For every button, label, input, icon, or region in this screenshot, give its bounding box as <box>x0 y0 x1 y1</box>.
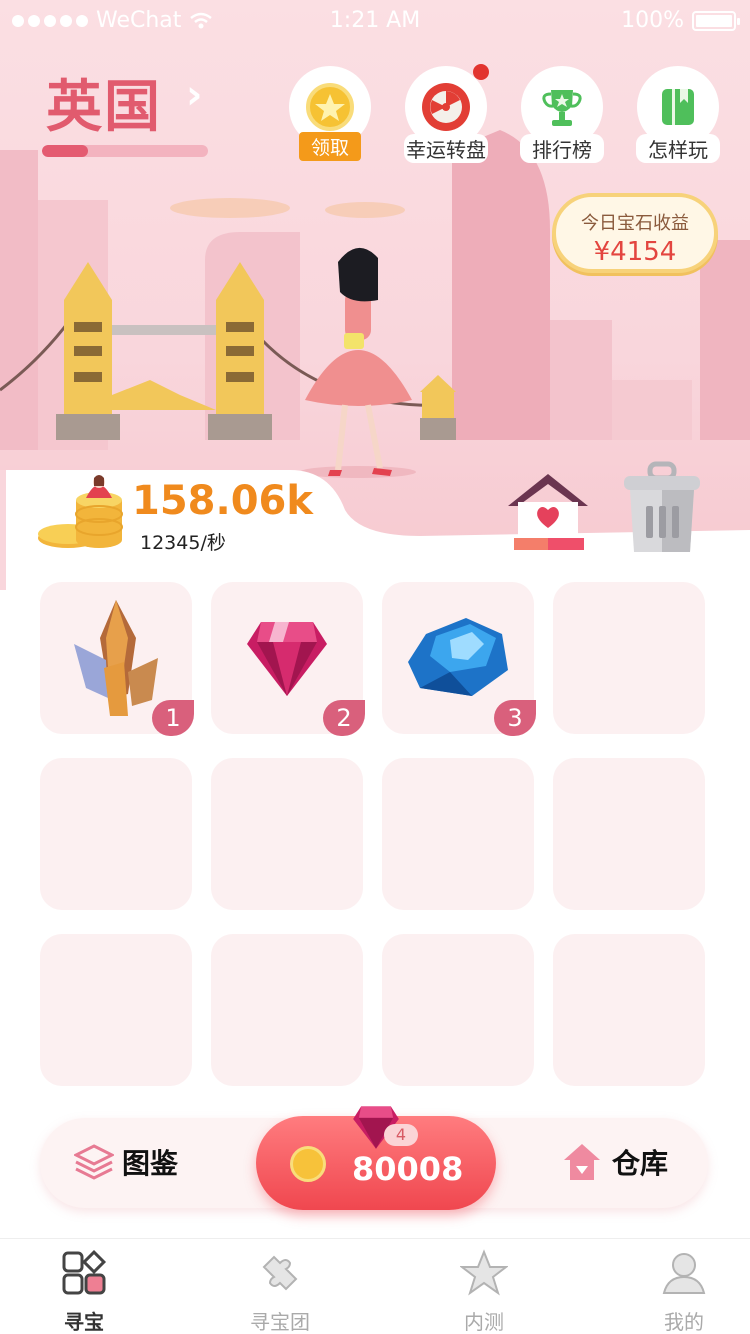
tab-treasure[interactable]: 寻宝 <box>24 1249 144 1334</box>
lucky-wheel-label: 幸运转盘 <box>404 134 488 163</box>
layers-icon <box>74 1144 114 1180</box>
puzzle-icon <box>262 1255 298 1291</box>
grid-cell[interactable] <box>553 758 705 910</box>
grid-cell[interactable] <box>382 934 534 1086</box>
level-badge: 1 <box>152 700 194 736</box>
trophy-icon <box>542 90 582 126</box>
pink-diamond-icon <box>247 622 327 696</box>
how-to-play-button[interactable]: 怎样玩 <box>636 66 720 163</box>
lucky-wheel-button[interactable]: 幸运转盘 <box>404 64 489 163</box>
grid-cell[interactable]: 1 <box>40 582 194 736</box>
level-badge: 2 <box>323 700 365 736</box>
coin-rate: 12345/秒 <box>140 532 226 554</box>
level-badge: 3 <box>494 700 536 736</box>
notification-dot <box>473 64 489 80</box>
ranking-button[interactable]: 排行榜 <box>520 66 604 163</box>
bottom-tab-bar: 寻宝 寻宝团 内测 我的 <box>0 1238 750 1334</box>
level-progress-bar <box>42 145 208 157</box>
home-heart-icon[interactable] <box>506 470 590 554</box>
coin-stack-icon <box>38 475 123 548</box>
grid-cell[interactable] <box>40 934 192 1086</box>
country-title[interactable]: 英国 <box>46 62 162 143</box>
daily-income-title: 今日宝石收益 <box>581 213 689 234</box>
gem-catalog-button[interactable]: 图鉴 <box>74 1142 178 1182</box>
buy-price: 80008 <box>352 1150 464 1188</box>
buy-level-badge: 4 <box>384 1124 418 1146</box>
grid-shapes-icon <box>62 1249 107 1295</box>
grid-cell[interactable] <box>40 758 192 910</box>
grid-cell[interactable] <box>211 758 363 910</box>
coin-total: 158.06k <box>132 478 313 524</box>
gem-catalog-label: 图鉴 <box>122 1147 179 1180</box>
trash-icon[interactable] <box>620 460 704 556</box>
tab-beta-label: 内测 <box>464 1310 504 1334</box>
grid-cell[interactable] <box>553 934 705 1086</box>
ranking-label: 排行榜 <box>520 134 604 163</box>
grid-cell[interactable]: 3 <box>382 582 536 736</box>
tab-treasure-team-label: 寻宝团 <box>250 1310 310 1334</box>
buy-gem-button[interactable]: 4 80008 <box>256 1106 496 1210</box>
tab-treasure-label: 寻宝 <box>64 1310 104 1334</box>
blue-sapphire-icon <box>408 618 508 696</box>
grid-cell[interactable] <box>211 934 363 1086</box>
lucky-wheel-icon <box>422 83 470 131</box>
star-coin-icon <box>306 83 354 131</box>
daily-income-value: ¥4154 <box>593 237 677 267</box>
book-icon <box>662 89 694 125</box>
gem-grid: 1 2 3 <box>40 582 708 1086</box>
warehouse-label: 仓库 <box>611 1147 668 1180</box>
tab-beta[interactable]: 内测 <box>424 1249 544 1334</box>
star-icon <box>459 1249 509 1296</box>
grid-cell[interactable] <box>382 758 534 910</box>
level-progress-fill <box>42 145 89 157</box>
warehouse-icon <box>563 1144 600 1180</box>
tab-treasure-team[interactable]: 寻宝团 <box>220 1249 340 1334</box>
chevron-right-icon[interactable]: › <box>186 72 202 118</box>
grid-cell[interactable] <box>553 582 705 734</box>
hero-scene: WeChat 1:21 AM 100% 英国 › 领取 幸运转盘 排行榜 怎样玩… <box>0 0 750 590</box>
claim-button[interactable]: 领取 <box>288 66 372 161</box>
battery-icon <box>692 10 740 31</box>
status-bar: WeChat 1:21 AM 100% <box>0 0 750 40</box>
grid-cell[interactable]: 2 <box>211 582 365 736</box>
daily-income-badge[interactable]: 今日宝石收益 ¥4154 <box>552 193 718 273</box>
how-to-play-label: 怎样玩 <box>636 134 720 163</box>
tab-profile[interactable]: 我的 <box>624 1249 744 1334</box>
claim-label: 领取 <box>298 132 361 161</box>
tab-profile-label: 我的 <box>664 1310 704 1334</box>
coin-icon <box>290 1146 326 1182</box>
warehouse-button[interactable]: 仓库 <box>562 1142 668 1182</box>
user-icon <box>662 1253 706 1294</box>
battery-percent: 100% <box>621 8 684 33</box>
amber-crystal-icon <box>74 600 158 716</box>
